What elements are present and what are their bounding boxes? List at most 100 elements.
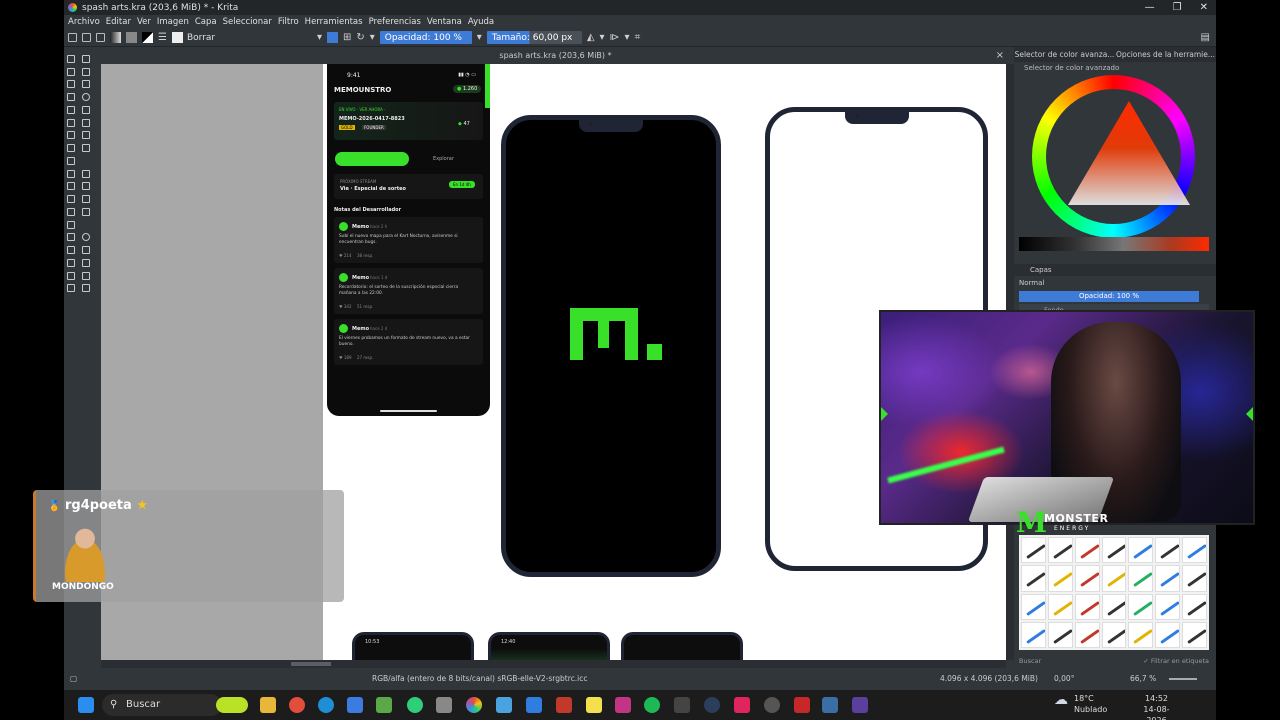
bezier-tool-icon[interactable] bbox=[67, 118, 75, 127]
color-picker-tool-icon[interactable] bbox=[82, 169, 90, 178]
blending-mode-select[interactable]: Normal bbox=[1019, 277, 1204, 289]
brush-preset[interactable] bbox=[1021, 565, 1046, 592]
app-icon[interactable] bbox=[615, 697, 631, 713]
new-document-icon[interactable] bbox=[68, 33, 77, 42]
windows-start-icon[interactable] bbox=[78, 697, 94, 713]
app-icon[interactable] bbox=[852, 697, 868, 713]
brush-settings-icon[interactable]: ☰ bbox=[158, 32, 167, 43]
menu-ayuda[interactable]: Ayuda bbox=[468, 17, 494, 27]
brush-preset[interactable] bbox=[1128, 621, 1154, 648]
app-icon[interactable] bbox=[376, 697, 392, 713]
rectangle-tool-icon[interactable] bbox=[67, 93, 75, 102]
crop-tool-icon[interactable] bbox=[67, 156, 75, 165]
polygon-select-tool-icon[interactable] bbox=[67, 246, 75, 255]
explore-tab[interactable]: Explorar bbox=[433, 156, 454, 162]
status-rotation[interactable]: 0,00° bbox=[1054, 674, 1074, 683]
menu-editar[interactable]: Editar bbox=[106, 17, 131, 27]
text-tool-icon[interactable] bbox=[82, 55, 90, 63]
colorize-mask-tool-icon[interactable] bbox=[82, 182, 90, 191]
brush-preset[interactable] bbox=[1047, 593, 1073, 620]
docker-toggle-icon[interactable]: ▤ bbox=[1201, 32, 1210, 43]
brush-preset[interactable] bbox=[1047, 565, 1073, 592]
file-explorer-icon[interactable] bbox=[260, 697, 276, 713]
tab-tool-options[interactable]: Opciones de la herramie... bbox=[1115, 50, 1216, 59]
close-document-icon[interactable]: × bbox=[996, 49, 1004, 63]
brush-preset[interactable] bbox=[1128, 537, 1154, 564]
brush-preset[interactable] bbox=[1182, 537, 1207, 564]
document-tab[interactable]: spash arts.kra (203,6 MiB) * × bbox=[101, 49, 1010, 63]
obs-icon[interactable] bbox=[764, 697, 780, 713]
transform-tool-icon[interactable] bbox=[67, 144, 75, 153]
menu-herramientas[interactable]: Herramientas bbox=[305, 17, 363, 27]
similar-select-tool-icon[interactable] bbox=[82, 258, 90, 267]
brush-preset-selector[interactable]: Borrar ▾ bbox=[171, 32, 322, 43]
gradient-swatch[interactable] bbox=[110, 32, 121, 43]
brush-preset[interactable] bbox=[1074, 565, 1100, 592]
fg-bg-color-swatch[interactable] bbox=[142, 32, 153, 43]
filter-by-tag-checkbox[interactable]: ✓ Filtrar en etiqueta bbox=[1143, 657, 1209, 665]
size-slider[interactable]: Tamaño: 60,00 px bbox=[486, 31, 582, 44]
menu-ver[interactable]: Ver bbox=[137, 17, 151, 27]
select-shapes-tool-icon[interactable] bbox=[67, 55, 75, 63]
status-zoom[interactable]: 66,7 % bbox=[1130, 674, 1156, 683]
maximize-button[interactable]: ❐ bbox=[1173, 0, 1182, 15]
gradient-tool-icon[interactable] bbox=[67, 169, 75, 178]
vscode-icon[interactable] bbox=[526, 697, 542, 713]
widget-icon[interactable] bbox=[216, 697, 248, 713]
taskbar-search[interactable]: ⚲ Buscar bbox=[102, 694, 222, 716]
color-history-bar[interactable] bbox=[1019, 237, 1209, 251]
chrome-icon[interactable] bbox=[289, 697, 305, 713]
app-icon[interactable] bbox=[704, 697, 720, 713]
polyline-tool-icon[interactable] bbox=[82, 105, 90, 114]
app-icon[interactable] bbox=[556, 697, 572, 713]
brush-preset[interactable] bbox=[1128, 593, 1154, 620]
spotify-icon[interactable] bbox=[644, 697, 660, 713]
tiktok-icon[interactable] bbox=[734, 697, 750, 713]
freehand-brush-tool-icon[interactable] bbox=[67, 80, 75, 89]
brush-preset[interactable] bbox=[1128, 565, 1154, 592]
brush-preset[interactable] bbox=[1074, 621, 1100, 648]
brush-preset[interactable] bbox=[1155, 621, 1181, 648]
horizontal-scrollbar[interactable] bbox=[101, 660, 1006, 668]
polygon-tool-icon[interactable] bbox=[67, 105, 75, 114]
ellipse-tool-icon[interactable] bbox=[82, 93, 90, 102]
brush-preset[interactable] bbox=[1155, 537, 1181, 564]
reference-images-tool-icon[interactable] bbox=[67, 220, 75, 229]
freehand-path-tool-icon[interactable] bbox=[82, 118, 90, 127]
brush-preset[interactable] bbox=[1155, 593, 1181, 620]
freehand-select-tool-icon[interactable] bbox=[82, 246, 90, 255]
system-clock[interactable]: 14:52 14-08-2026 bbox=[1134, 693, 1179, 720]
app-icon[interactable] bbox=[822, 697, 838, 713]
app-icon[interactable] bbox=[407, 697, 423, 713]
eraser-mode-icon[interactable] bbox=[326, 32, 338, 43]
brush-search-input[interactable]: Buscar bbox=[1019, 657, 1041, 665]
menu-imagen[interactable]: Imagen bbox=[157, 17, 189, 27]
smart-patch-tool-icon[interactable] bbox=[67, 182, 75, 191]
open-document-icon[interactable] bbox=[82, 33, 91, 42]
brush-preset[interactable] bbox=[1101, 565, 1127, 592]
brush-preset[interactable] bbox=[1074, 593, 1100, 620]
brush-preset[interactable] bbox=[1182, 593, 1207, 620]
app-icon[interactable] bbox=[496, 697, 512, 713]
color-triangle[interactable] bbox=[1068, 101, 1190, 205]
move-tool-icon[interactable] bbox=[82, 144, 90, 153]
contiguous-select-tool-icon[interactable] bbox=[67, 258, 75, 267]
rect-select-tool-icon[interactable] bbox=[67, 233, 75, 242]
tab-advanced-color-selector[interactable]: Selector de color avanza... bbox=[1014, 50, 1115, 59]
close-button[interactable]: ✕ bbox=[1200, 0, 1208, 15]
store-icon[interactable] bbox=[347, 697, 363, 713]
sticky-notes-icon[interactable] bbox=[586, 697, 602, 713]
multibrush-tool-icon[interactable] bbox=[82, 131, 90, 140]
minimize-button[interactable]: — bbox=[1145, 0, 1155, 15]
reload-preset-icon[interactable]: ↻ bbox=[356, 32, 364, 43]
scrollbar-thumb[interactable] bbox=[291, 662, 331, 666]
weather-widget[interactable]: ☁ 18°C Nublado bbox=[1054, 693, 1107, 715]
save-document-icon[interactable] bbox=[96, 33, 105, 42]
line-tool-icon[interactable] bbox=[82, 80, 90, 89]
app-icon[interactable] bbox=[794, 697, 810, 713]
primary-green-button[interactable] bbox=[335, 152, 409, 166]
color-wheel[interactable] bbox=[1032, 75, 1195, 238]
menu-filtro[interactable]: Filtro bbox=[278, 17, 299, 27]
mirror-vertical-icon[interactable]: ⧐ bbox=[610, 32, 620, 43]
brush-preset[interactable] bbox=[1047, 621, 1073, 648]
